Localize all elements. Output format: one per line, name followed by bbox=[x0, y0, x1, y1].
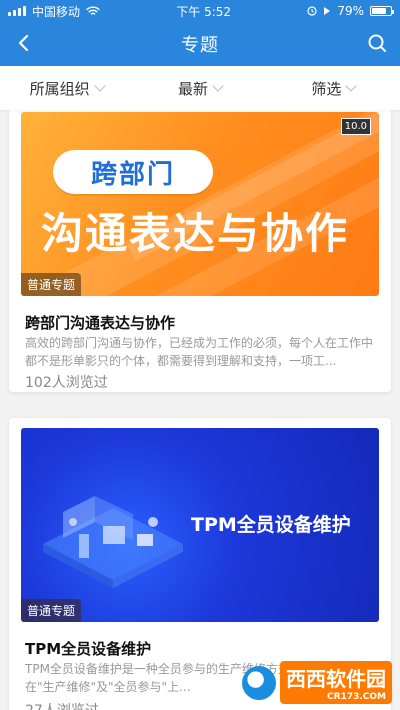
view-count: 27人浏览过 bbox=[25, 700, 99, 710]
clock: 下午 5:52 bbox=[176, 4, 232, 19]
banner-pill: 跨部门 bbox=[53, 150, 213, 194]
filter-screen[interactable]: 筛选 bbox=[267, 78, 400, 99]
topic-card[interactable]: 10.0 跨部门 沟通表达与协作 普通专题 跨部门沟通表达与协作 高效的跨部门沟… bbox=[9, 110, 391, 392]
watermark-site: CR173.COM bbox=[327, 692, 386, 702]
wifi-icon bbox=[86, 6, 100, 15]
view-count: 102人浏览过 bbox=[25, 375, 108, 391]
search-button[interactable] bbox=[364, 30, 390, 56]
search-icon bbox=[368, 34, 386, 52]
filter-organization[interactable]: 所属组织 bbox=[0, 78, 133, 99]
filter-latest[interactable]: 最新 bbox=[133, 78, 266, 99]
filter-bar: 所属组织 最新 筛选 bbox=[0, 66, 400, 110]
topic-description: 高效的跨部门沟通与协作，已经成为工作的必须，每个人在工作中都不是形单影只的个体，… bbox=[25, 336, 374, 368]
chevron-down-icon bbox=[212, 79, 224, 92]
chevron-left-icon bbox=[18, 34, 29, 52]
banner-headline: 沟通表达与协作 bbox=[41, 209, 350, 258]
filter-label: 最新 bbox=[177, 79, 208, 98]
filter-label: 所属组织 bbox=[29, 79, 90, 98]
back-button[interactable] bbox=[10, 30, 36, 56]
topic-banner: 10.0 跨部门 沟通表达与协作 普通专题 bbox=[21, 112, 379, 296]
factory-illustration bbox=[43, 496, 183, 588]
topic-title: 跨部门沟通表达与协作 bbox=[25, 314, 176, 332]
carrier-label: 中国移动 bbox=[32, 4, 81, 19]
topic-title: TPM全员设备维护 bbox=[25, 640, 152, 658]
topic-badge: 普通专题 bbox=[21, 273, 82, 296]
nav-bar: 专题 bbox=[0, 22, 400, 66]
header-bar: 中国移动 下午 5:52 79% 专题 bbox=[0, 0, 400, 66]
chevron-down-icon bbox=[345, 79, 357, 92]
brand-logo-icon bbox=[242, 665, 276, 700]
topic-list: 10.0 跨部门 沟通表达与协作 普通专题 跨部门沟通表达与协作 高效的跨部门沟… bbox=[0, 110, 400, 710]
battery-icon bbox=[369, 6, 394, 16]
topic-badge: 普通专题 bbox=[21, 599, 82, 622]
chevron-down-icon bbox=[94, 79, 106, 92]
banner-headline: TPM全员设备维护 bbox=[191, 514, 351, 536]
watermark-brand: 西西软件园 bbox=[286, 667, 386, 691]
battery-percent: 79% bbox=[337, 4, 364, 18]
status-bar: 中国移动 下午 5:52 79% bbox=[0, 0, 400, 22]
filter-label: 筛选 bbox=[311, 79, 342, 98]
signal-icon bbox=[8, 6, 26, 16]
location-icon bbox=[324, 7, 331, 15]
topic-banner: TPM全员设备维护 普通专题 bbox=[21, 428, 379, 622]
page-title: 专题 bbox=[181, 35, 219, 56]
version-tag: 10.0 bbox=[340, 118, 371, 135]
alarm-icon bbox=[307, 6, 317, 16]
watermark: 西西软件园 CR173.COM bbox=[242, 661, 392, 704]
